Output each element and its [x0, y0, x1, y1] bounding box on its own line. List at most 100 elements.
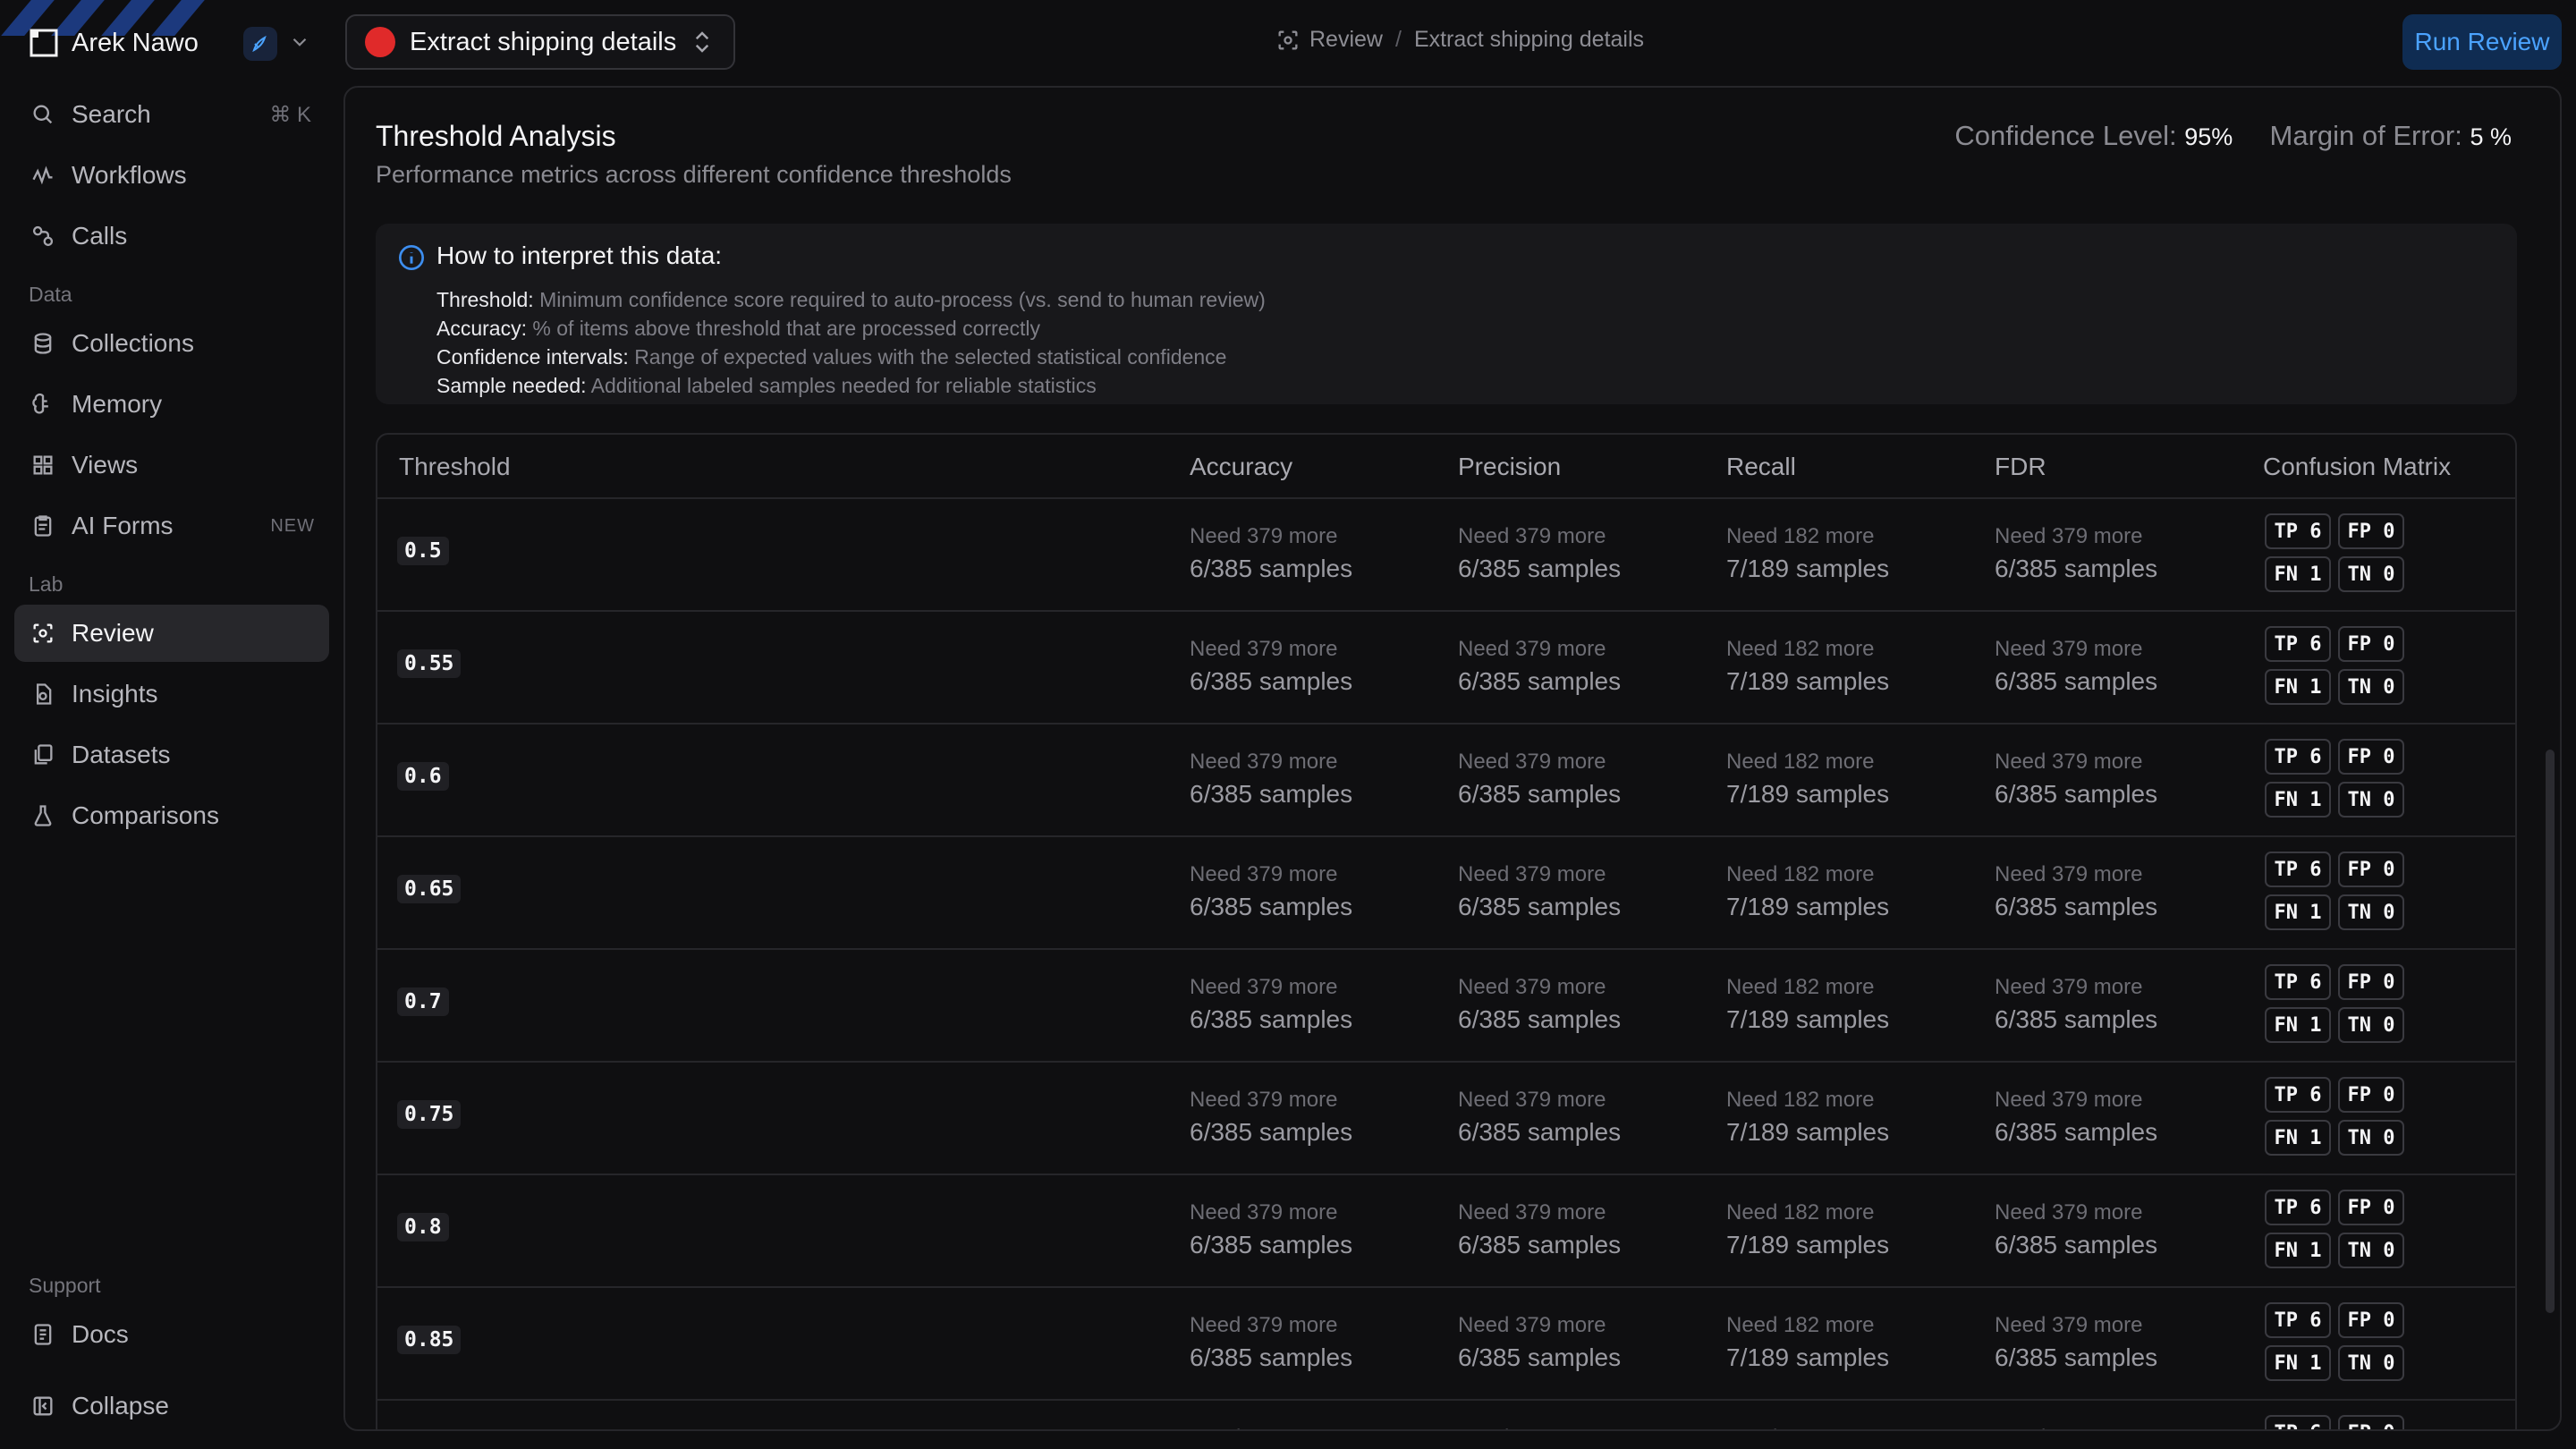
sample-count: 6/385 samples: [1995, 1118, 2158, 1146]
task-selector[interactable]: Extract shipping details: [345, 14, 735, 70]
run-review-button[interactable]: Run Review: [2402, 14, 2562, 70]
table-row[interactable]: 0.65 Need 379 more 6/385 samples Need 37…: [377, 835, 2515, 950]
samples-needed: Need 182 more: [1726, 862, 1875, 886]
workspace-icon[interactable]: [243, 27, 277, 61]
samples-needed: Need 379 more: [1458, 750, 1606, 774]
margin-of-error-label: Margin of Error:: [2269, 120, 2462, 151]
table-row[interactable]: 0.9 Need 379 more 6/385 samples Need 379…: [377, 1399, 2515, 1429]
margin-of-error-value[interactable]: 5 %: [2470, 123, 2512, 150]
table-row[interactable]: 0.85 Need 379 more 6/385 samples Need 37…: [377, 1286, 2515, 1401]
table-row[interactable]: 0.55 Need 379 more 6/385 samples Need 37…: [377, 610, 2515, 724]
sidebar-item-views[interactable]: Views: [14, 436, 329, 494]
scrollbar-thumb[interactable]: [2546, 750, 2555, 1313]
sample-count: 6/385 samples: [1995, 667, 2158, 695]
chevron-up-down-icon: [695, 31, 709, 53]
sample-count: 7/189 samples: [1726, 1118, 1890, 1146]
collapse-sidebar-button[interactable]: Collapse: [14, 1377, 329, 1435]
sidebar-item-search[interactable]: Search ⌘ K: [14, 86, 329, 143]
samples-needed: Need 379 more: [1995, 750, 2143, 774]
sidebar-item-label: Docs: [72, 1320, 129, 1348]
false-positive-chip: FP 0: [2338, 964, 2404, 1000]
sample-count: 7/189 samples: [1726, 1005, 1890, 1033]
samples-needed: Need 379 more: [1458, 862, 1606, 886]
new-badge: NEW: [270, 515, 315, 536]
table-row[interactable]: 0.5 Need 379 more 6/385 samples Need 379…: [377, 497, 2515, 612]
task-color-dot: [365, 27, 395, 57]
panel-title: Threshold Analysis: [376, 120, 616, 152]
threshold-value: 0.5: [397, 537, 449, 565]
sidebar-item-label: Collections: [72, 329, 194, 357]
fdr-cell: Need 379 more 6/385 samples: [1995, 750, 2157, 809]
column-header-fdr: FDR: [1995, 453, 2046, 480]
workspace-header[interactable]: Arek Nawo: [29, 25, 307, 61]
threshold-value: 0.7: [397, 987, 449, 1016]
fdr-cell: Need 379 more 6/385 samples: [1995, 1200, 2157, 1259]
false-negative-chip: FN 1: [2265, 782, 2331, 818]
sidebar-item-label: Views: [72, 451, 139, 479]
sample-count: 6/385 samples: [1458, 1118, 1622, 1146]
column-header-accuracy: Accuracy: [1190, 453, 1293, 480]
sample-count: 6/385 samples: [1995, 893, 2158, 920]
confidence-settings[interactable]: Confidence Level: 95% Margin of Error: 5…: [1954, 120, 2512, 152]
threshold-value: 0.55: [397, 649, 462, 678]
sample-count: 6/385 samples: [1458, 1005, 1622, 1033]
accuracy-cell: Need 379 more 6/385 samples: [1190, 975, 1352, 1034]
table-row[interactable]: 0.75 Need 379 more 6/385 samples Need 37…: [377, 1061, 2515, 1175]
samples-needed: Need 379 more: [1995, 1313, 2143, 1337]
recall-cell: Need 182 more 7/189 samples: [1726, 975, 1889, 1034]
samples-needed: Need 182 more: [1726, 1426, 1889, 1429]
precision-cell: Need 379 more 6/385 samples: [1458, 1313, 1621, 1372]
sidebar-item-ai-forms[interactable]: AI Forms NEW: [14, 497, 329, 555]
breadcrumb-review-link[interactable]: Review: [1309, 27, 1383, 53]
sidebar-item-calls[interactable]: Calls: [14, 208, 329, 265]
table-row[interactable]: 0.7 Need 379 more 6/385 samples Need 379…: [377, 948, 2515, 1063]
section-label-lab: Lab: [29, 572, 64, 596]
clipboard-icon: [29, 512, 57, 540]
sidebar-item-workflows[interactable]: Workflows: [14, 147, 329, 204]
true-positive-chip: TP 6: [2265, 626, 2331, 662]
collapse-icon: [29, 1392, 57, 1420]
false-negative-chip: FN 1: [2265, 1007, 2331, 1043]
sample-count: 7/189 samples: [1726, 667, 1890, 695]
scrollbar[interactable]: [2542, 750, 2558, 1313]
sample-count: 7/189 samples: [1726, 555, 1890, 582]
sidebar-item-memory[interactable]: Memory: [14, 376, 329, 433]
confidence-level-value[interactable]: 95%: [2184, 123, 2233, 150]
samples-needed: Need 379 more: [1458, 524, 1606, 548]
recall-cell: Need 182 more 7/189 samples: [1726, 1200, 1889, 1259]
true-positive-chip: TP 6: [2265, 852, 2331, 887]
chevron-down-icon[interactable]: [288, 30, 311, 54]
sidebar-item-label: AI Forms: [72, 512, 174, 539]
sidebar-item-insights[interactable]: Insights: [14, 665, 329, 723]
samples-needed: Need 379 more: [1995, 1426, 2157, 1429]
samples-needed: Need 379 more: [1458, 975, 1606, 999]
true-positive-chip: TP 6: [2265, 739, 2331, 775]
samples-needed: Need 182 more: [1726, 750, 1875, 774]
column-header-precision: Precision: [1458, 453, 1562, 480]
true-positive-chip: TP 6: [2265, 1415, 2331, 1429]
search-shortcut: ⌘ K: [269, 102, 311, 127]
top-bar: Extract shipping details Review / Extrac…: [343, 0, 2576, 86]
column-header-recall: Recall: [1726, 453, 1796, 480]
table-row[interactable]: 0.8 Need 379 more 6/385 samples Need 379…: [377, 1174, 2515, 1288]
true-negative-chip: TN 0: [2338, 1007, 2404, 1043]
sidebar-item-collections[interactable]: Collections: [14, 315, 329, 372]
sidebar-item-comparisons[interactable]: Comparisons: [14, 787, 329, 844]
sidebar-item-review[interactable]: Review: [14, 605, 329, 662]
samples-needed: Need 379 more: [1190, 1200, 1338, 1224]
true-positive-chip: TP 6: [2265, 513, 2331, 549]
accuracy-cell: Need 379 more 6/385 samples: [1190, 1426, 1352, 1429]
fdr-cell: Need 379 more 6/385 samples: [1995, 1313, 2157, 1372]
sidebar-item-docs[interactable]: Docs: [14, 1306, 329, 1363]
sidebar-item-datasets[interactable]: Datasets: [14, 726, 329, 784]
false-positive-chip: FP 0: [2338, 1077, 2404, 1113]
table-header: Threshold Accuracy Precision Recall FDR …: [377, 435, 2515, 499]
table-row[interactable]: 0.6 Need 379 more 6/385 samples Need 379…: [377, 723, 2515, 837]
recall-cell: Need 182 more 7/189 samples: [1726, 862, 1889, 921]
true-positive-chip: TP 6: [2265, 1302, 2331, 1338]
samples-needed: Need 379 more: [1190, 637, 1338, 661]
sidebar-item-label: Review: [72, 619, 154, 647]
help-title: How to interpret this data:: [436, 242, 723, 269]
samples-needed: Need 182 more: [1726, 524, 1875, 548]
app-logo-icon: [30, 29, 58, 57]
